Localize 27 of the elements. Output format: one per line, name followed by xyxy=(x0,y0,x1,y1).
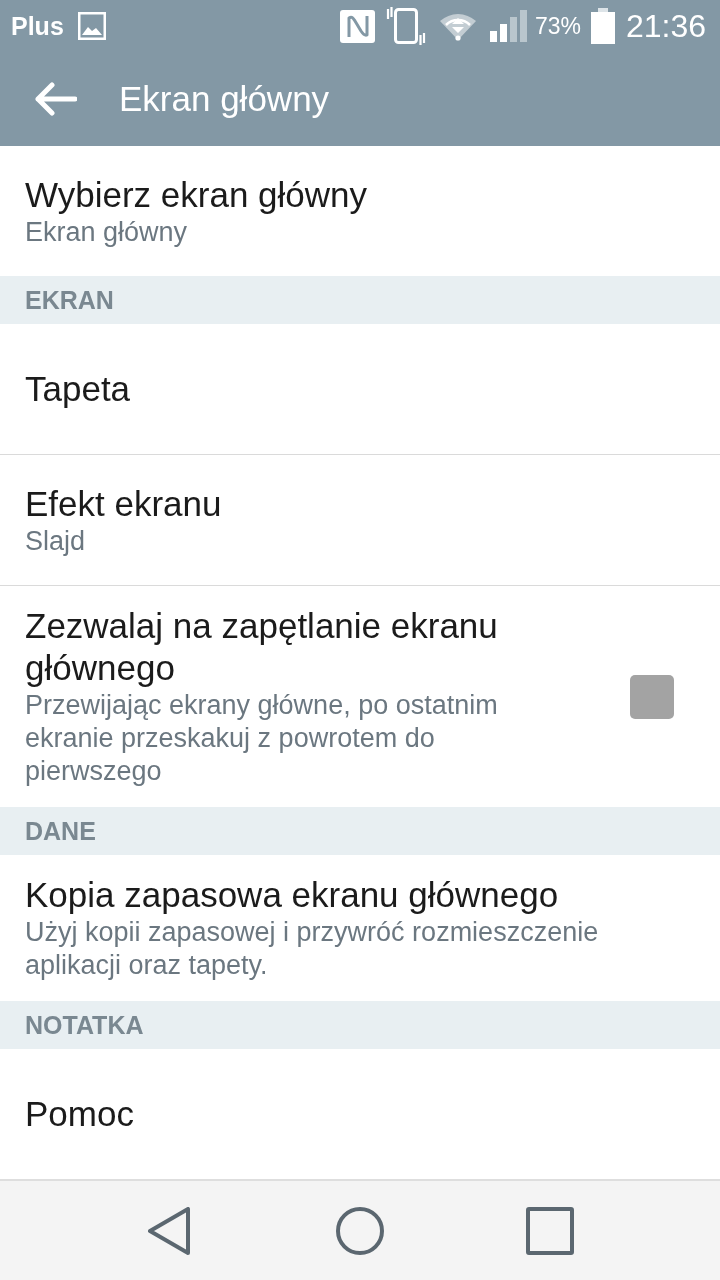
vibrate-icon xyxy=(385,6,426,46)
setting-summary: Użyj kopii zapasowej i przywróć rozmieszczenie aplikacji oraz tapety. xyxy=(25,916,600,982)
home-icon xyxy=(336,1206,384,1255)
screen-title: Ekran główny xyxy=(119,79,330,119)
clock-time: 21:36 xyxy=(625,7,706,45)
setting-summary: Ekran główny xyxy=(25,215,189,249)
setting-summary: Przewijając ekrany główne, po ostatnim ekranie przeskakuj z powrotem do pierwszego xyxy=(25,689,499,788)
checkbox[interactable] xyxy=(630,674,674,719)
setting-title[interactable]: Wybierz ekran główny xyxy=(25,173,695,216)
battery-icon xyxy=(590,8,615,44)
battery-percent: 73% xyxy=(534,12,581,40)
setting-title[interactable]: Kopia zapasowa ekranu głównego xyxy=(25,874,695,916)
signal-icon xyxy=(489,10,528,42)
recents-icon xyxy=(526,1206,574,1255)
nfc-icon xyxy=(339,9,375,43)
section-header: DANE xyxy=(0,807,720,855)
setting-summary: Slajd xyxy=(25,524,87,558)
setting-title[interactable]: Zezwalaj na zapętlanie ekranu głównego xyxy=(25,605,560,689)
back-arrow-icon xyxy=(33,82,77,116)
setting-title[interactable]: Pomoc xyxy=(25,1093,695,1135)
setting-title[interactable]: Efekt ekranu xyxy=(25,482,695,525)
setting-title[interactable]: Tapeta xyxy=(25,368,695,410)
carrier-name: Plus xyxy=(11,11,64,41)
section-header: EKRAN xyxy=(0,276,720,324)
section-header: NOTATKA xyxy=(0,1001,720,1049)
back-icon xyxy=(148,1206,192,1255)
image-icon xyxy=(77,12,106,40)
